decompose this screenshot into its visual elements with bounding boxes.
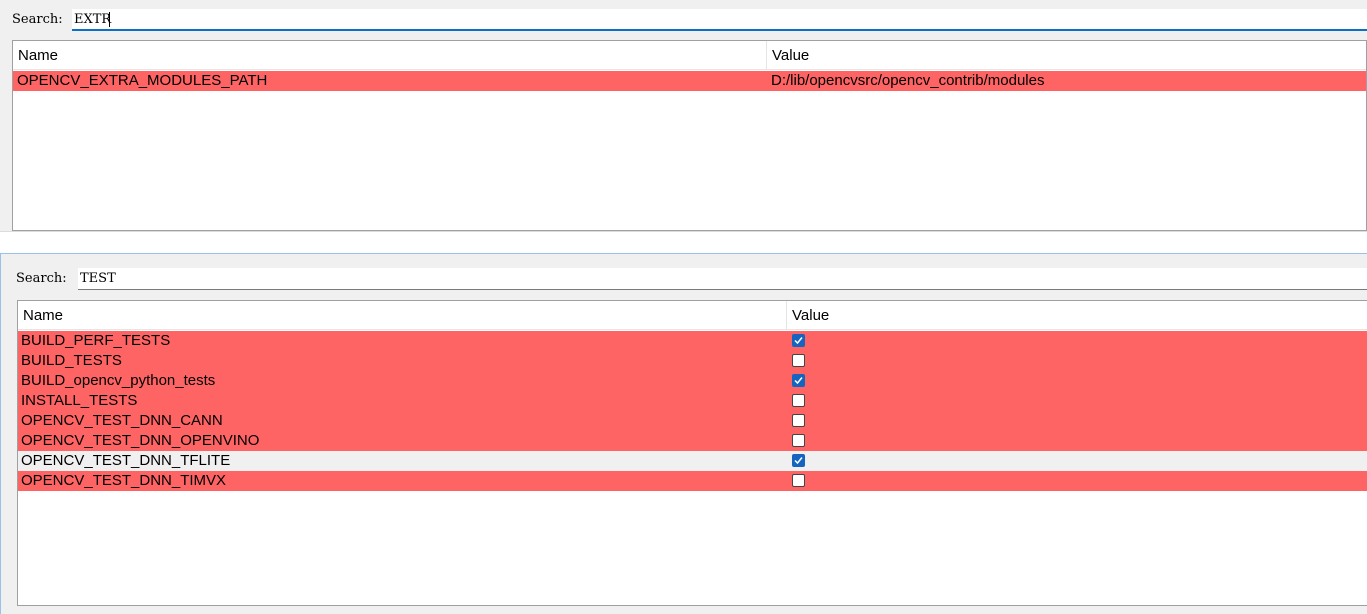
- checkbox-unchecked[interactable]: [792, 474, 805, 487]
- checkbox-checked[interactable]: [792, 334, 805, 347]
- table-row[interactable]: BUILD_opencv_python_tests: [18, 371, 1367, 391]
- entry-name: INSTALL_TESTS: [21, 392, 138, 409]
- entry-name: BUILD_opencv_python_tests: [21, 372, 216, 389]
- table-row[interactable]: OPENCV_EXTRA_MODULES_PATH D:/lib/opencvs…: [13, 71, 1366, 91]
- checkmark-icon: [794, 457, 803, 465]
- entry-name: OPENCV_TEST_DNN_OPENVINO: [21, 432, 260, 449]
- checkmark-icon: [794, 377, 803, 385]
- table-header: Name Value: [13, 41, 1366, 70]
- column-header-name[interactable]: Name: [13, 41, 766, 69]
- table-row[interactable]: BUILD_TESTS: [18, 351, 1367, 371]
- checkbox-unchecked[interactable]: [792, 414, 805, 427]
- search-label: Search:: [16, 271, 67, 286]
- text-caret: [109, 12, 110, 27]
- checkbox-checked[interactable]: [792, 454, 805, 467]
- entry-name: OPENCV_TEST_DNN_CANN: [21, 412, 223, 429]
- table-row[interactable]: OPENCV_TEST_DNN_TFLITE: [18, 451, 1367, 471]
- cache-table: Name Value OPENCV_EXTRA_MODULES_PATH D:/…: [12, 40, 1367, 231]
- entry-value[interactable]: D:/lib/opencvsrc/opencv_contrib/modules: [771, 71, 1044, 91]
- cache-table: Name Value BUILD_PERF_TESTS BUILD_TESTS …: [17, 300, 1367, 606]
- entry-name: OPENCV_EXTRA_MODULES_PATH: [17, 72, 268, 89]
- checkbox-unchecked[interactable]: [792, 354, 805, 367]
- table-row[interactable]: BUILD_PERF_TESTS: [18, 331, 1367, 351]
- table-body: BUILD_PERF_TESTS BUILD_TESTS BUILD_openc…: [18, 331, 1367, 491]
- table-header: Name Value: [18, 301, 1367, 330]
- column-header-value[interactable]: Value: [787, 301, 1367, 329]
- search-input[interactable]: [72, 9, 1367, 31]
- search-label: Search:: [12, 12, 63, 27]
- column-header-value[interactable]: Value: [767, 41, 1366, 69]
- cmake-panel-test: Search: Name Value BUILD_PERF_TESTS BUIL…: [0, 253, 1367, 614]
- entry-name: BUILD_TESTS: [21, 352, 122, 369]
- column-header-name[interactable]: Name: [18, 301, 786, 329]
- checkbox-checked[interactable]: [792, 374, 805, 387]
- checkbox-unchecked[interactable]: [792, 394, 805, 407]
- table-row[interactable]: INSTALL_TESTS: [18, 391, 1367, 411]
- table-row[interactable]: OPENCV_TEST_DNN_CANN: [18, 411, 1367, 431]
- checkmark-icon: [794, 337, 803, 345]
- table-row[interactable]: OPENCV_TEST_DNN_TIMVX: [18, 471, 1367, 491]
- entry-name: BUILD_PERF_TESTS: [21, 332, 171, 349]
- checkbox-unchecked[interactable]: [792, 434, 805, 447]
- entry-name: OPENCV_TEST_DNN_TFLITE: [21, 452, 231, 469]
- cmake-panel-extr: Search: Name Value OPENCV_EXTRA_MODULES_…: [0, 0, 1367, 232]
- table-row[interactable]: OPENCV_TEST_DNN_OPENVINO: [18, 431, 1367, 451]
- search-input[interactable]: [78, 268, 1367, 290]
- entry-name: OPENCV_TEST_DNN_TIMVX: [21, 472, 227, 489]
